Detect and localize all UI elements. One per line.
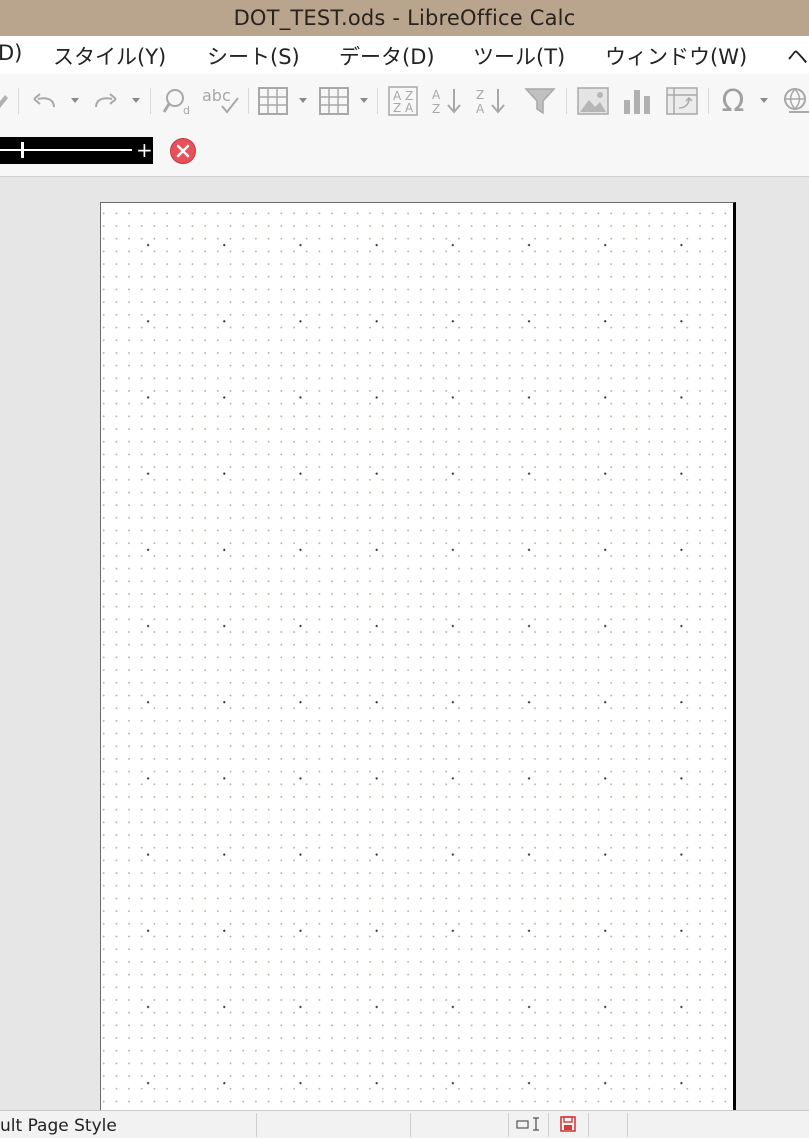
menubar: D) スタイル(Y) シート(S) データ(D) ツール(T) ウィンドウ(W)…: [0, 36, 809, 74]
spellcheck-icon[interactable]: abc: [200, 84, 242, 118]
status-separator: [256, 1113, 257, 1137]
svg-text:Z: Z: [432, 102, 440, 116]
zoom-in-icon[interactable]: +: [136, 139, 153, 161]
row-dropdown-icon[interactable]: [299, 98, 307, 103]
zoom-slider-knob[interactable]: [21, 142, 24, 158]
statusbar: ult Page Style: [0, 1110, 809, 1138]
clone-formatting-icon[interactable]: [0, 84, 10, 118]
autofilter-icon[interactable]: [522, 84, 558, 118]
status-separator: [627, 1113, 628, 1137]
zoom-slider[interactable]: +: [0, 137, 153, 164]
redo-dropdown-icon[interactable]: [132, 98, 140, 103]
svg-text:Z: Z: [476, 88, 484, 102]
sort-descending-icon[interactable]: ZA: [472, 84, 512, 118]
svg-text:A: A: [432, 88, 441, 102]
selection-mode-icon[interactable]: [516, 1116, 542, 1136]
window-title: DOT_TEST.ods - LibreOffice Calc: [233, 6, 576, 30]
menu-item-help-partial[interactable]: ヘ: [787, 41, 808, 71]
toolbar-separator: [248, 88, 249, 114]
svg-text:A: A: [476, 102, 485, 116]
redo-icon[interactable]: [88, 84, 122, 118]
column-dropdown-icon[interactable]: [360, 98, 368, 103]
secondary-toolbar: +: [0, 128, 809, 177]
row-icon[interactable]: [256, 84, 290, 118]
special-character-dropdown-icon[interactable]: [760, 98, 768, 103]
insert-chart-icon[interactable]: [620, 84, 654, 118]
toolbar-separator: [18, 88, 19, 114]
document-modified-icon[interactable]: [560, 1116, 576, 1136]
spellcheck-label: abc: [202, 86, 231, 105]
column-icon[interactable]: [317, 84, 351, 118]
menu-item-tools[interactable]: ツール(T): [473, 41, 565, 71]
toolbar-separator: [566, 88, 567, 114]
menu-item-sheet[interactable]: シート(S): [207, 41, 300, 71]
find-replace-icon[interactable]: d: [160, 84, 196, 118]
svg-text:d: d: [183, 104, 190, 116]
undo-dropdown-icon[interactable]: [71, 98, 79, 103]
menu-item-data[interactable]: データ(D): [339, 41, 435, 71]
status-separator: [410, 1113, 411, 1137]
pivot-table-icon[interactable]: [664, 84, 700, 118]
toolbar-separator: [377, 88, 378, 114]
insert-image-icon[interactable]: [575, 84, 611, 118]
menu-item-window[interactable]: ウィンドウ(W): [605, 41, 747, 71]
sort-icon[interactable]: A ZZ A: [385, 84, 421, 118]
menu-item-edit-partial[interactable]: D): [0, 41, 22, 65]
print-preview-area: [0, 177, 809, 1110]
window-titlebar: DOT_TEST.ods - LibreOffice Calc: [0, 0, 809, 36]
special-character-icon[interactable]: Ω: [715, 84, 751, 119]
close-preview-icon[interactable]: [169, 137, 197, 165]
hyperlink-icon[interactable]: [778, 84, 809, 118]
standard-toolbar: d abc A ZZ A AZ ZA Ω: [0, 74, 809, 128]
svg-text:Z A: Z A: [393, 101, 414, 115]
zoom-slider-track: [0, 149, 132, 151]
toolbar-separator: [150, 88, 151, 114]
status-separator: [508, 1113, 509, 1137]
undo-icon[interactable]: [28, 84, 62, 118]
toolbar-separator: [708, 88, 709, 114]
status-separator: [548, 1113, 549, 1137]
menu-item-styles[interactable]: スタイル(Y): [53, 41, 166, 71]
status-separator: [588, 1113, 589, 1137]
page-style-status[interactable]: ult Page Style: [0, 1116, 117, 1136]
preview-page: [100, 202, 736, 1110]
sort-ascending-icon[interactable]: AZ: [428, 84, 468, 118]
